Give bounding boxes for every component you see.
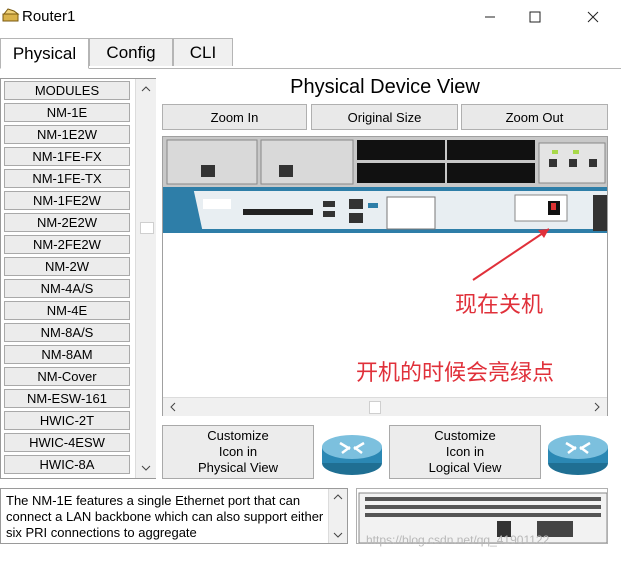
modules-list[interactable]: MODULES NM-1E NM-1E2W NM-1FE-FX NM-1FE-T… <box>0 78 156 479</box>
maximize-button[interactable] <box>515 4 555 30</box>
scrollbar-thumb[interactable] <box>140 222 154 234</box>
module-item[interactable]: NM-8A/S <box>4 323 130 342</box>
watermark: https://blog.csdn.net/qq_41901122 <box>366 533 550 547</box>
maximize-icon <box>529 11 541 23</box>
module-item[interactable]: NM-2W <box>4 257 130 276</box>
tab-cli[interactable]: CLI <box>173 38 233 66</box>
module-item[interactable]: HWIC-2T <box>4 411 130 430</box>
module-item[interactable]: NM-4E <box>4 301 130 320</box>
modules-header[interactable]: MODULES <box>4 81 130 100</box>
customize-logical-icon-button[interactable]: Customize Icon in Logical View <box>389 425 541 479</box>
module-item[interactable]: NM-1E <box>4 103 130 122</box>
device-view-canvas[interactable]: 现在关机 开机的时候会亮绿点 <box>162 136 608 416</box>
scroll-up-icon[interactable] <box>136 80 156 98</box>
original-size-button[interactable]: Original Size <box>311 104 458 130</box>
module-item[interactable]: NM-8AM <box>4 345 130 364</box>
scroll-down-icon <box>333 532 343 538</box>
description-text: The NM-1E features a single Ethernet por… <box>6 493 324 540</box>
close-icon <box>587 11 599 23</box>
minimize-icon <box>485 16 495 18</box>
module-item[interactable]: HWIC-4ESW <box>4 433 130 452</box>
scroll-right-icon[interactable] <box>588 398 606 416</box>
scroll-up-icon <box>333 494 343 500</box>
tab-config[interactable]: Config <box>89 38 173 66</box>
modules-scrollbar[interactable] <box>135 79 156 478</box>
hscrollbar-thumb[interactable] <box>369 401 381 414</box>
module-item[interactable]: NM-Cover <box>4 367 130 386</box>
router-physical-icon[interactable] <box>320 425 384 479</box>
scroll-left-icon[interactable] <box>164 398 182 416</box>
tab-physical[interactable]: Physical <box>0 38 89 69</box>
router-app-icon <box>2 8 20 24</box>
module-item[interactable]: NM-1E2W <box>4 125 130 144</box>
module-item[interactable]: NM-2E2W <box>4 213 130 232</box>
scroll-down-icon[interactable] <box>136 459 156 477</box>
description-scrollbar[interactable] <box>328 489 347 543</box>
customize-physical-icon-button[interactable]: Customize Icon in Physical View <box>162 425 314 479</box>
zoom-out-button[interactable]: Zoom Out <box>461 104 608 130</box>
module-item[interactable]: NM-2FE2W <box>4 235 130 254</box>
device-view-hscrollbar[interactable] <box>163 397 607 416</box>
module-description[interactable]: The NM-1E features a single Ethernet por… <box>0 488 348 544</box>
physical-device-view-title: Physical Device View <box>290 76 480 98</box>
window-title: Router1 <box>22 8 76 25</box>
module-item[interactable]: NM-1FE-FX <box>4 147 130 166</box>
module-item[interactable]: NM-1FE-TX <box>4 169 130 188</box>
router-logical-icon[interactable] <box>546 425 610 479</box>
module-item[interactable]: NM-4A/S <box>4 279 130 298</box>
annotation-power-off: 现在关机 <box>455 293 544 318</box>
minimize-button[interactable] <box>470 4 510 30</box>
module-item[interactable]: NM-ESW-161 <box>4 389 130 408</box>
annotation-power-on: 开机的时候会亮绿点 <box>356 361 555 386</box>
close-button[interactable] <box>573 4 613 30</box>
module-item[interactable]: NM-1FE2W <box>4 191 130 210</box>
module-item[interactable]: HWIC-8A <box>4 455 130 474</box>
zoom-in-button[interactable]: Zoom In <box>162 104 307 130</box>
